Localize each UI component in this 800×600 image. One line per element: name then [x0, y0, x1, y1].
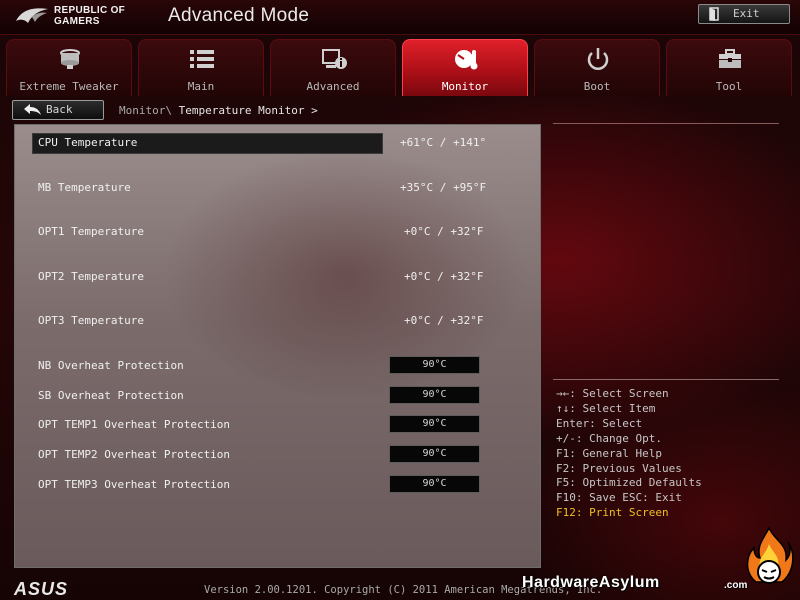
main-tab-bar: Extreme Tweaker Main Advanced Monitor Bo… — [6, 39, 796, 96]
tab-label: Tool — [715, 80, 743, 93]
help-panel-divider — [553, 379, 779, 380]
tab-extreme-tweaker[interactable]: Extreme Tweaker — [6, 39, 132, 96]
help-line-print-screen: F12: Print Screen — [556, 506, 669, 520]
setting-row-opt1-temperature[interactable]: OPT1 Temperature +0°C / +32°F — [15, 222, 540, 240]
brand-line-2: GAMERS — [54, 16, 100, 27]
setting-value: +61°C / +141° — [400, 136, 487, 149]
breadcrumb-arrow: > — [311, 104, 318, 117]
setting-row-cpu-temperature[interactable]: CPU Temperature +61°C / +141° — [15, 133, 540, 154]
setting-row-opt2-temperature[interactable]: OPT2 Temperature +0°C / +32°F — [15, 267, 540, 285]
tab-label: Main — [187, 80, 215, 93]
setting-value: +0°C / +32°F — [404, 225, 484, 238]
setting-value: +0°C / +32°F — [404, 270, 484, 283]
setting-label: OPT TEMP3 Overheat Protection — [38, 478, 231, 491]
temperature-monitor-panel: CPU Temperature +61°C / +141° MB Tempera… — [14, 124, 541, 568]
opt-temp1-overheat-value-field[interactable]: 90°C — [389, 415, 480, 433]
setting-row-opt-temp2-overheat-protection[interactable]: OPT TEMP2 Overheat Protection 90°C — [15, 445, 540, 463]
setting-row-sb-overheat-protection[interactable]: SB Overheat Protection 90°C — [15, 386, 540, 404]
back-button[interactable]: Back — [12, 100, 104, 120]
tab-boot[interactable]: Boot — [534, 39, 660, 96]
setting-label: OPT3 Temperature — [38, 314, 144, 327]
help-line: ↑↓: Select Item — [556, 401, 656, 415]
setting-value: +0°C / +32°F — [404, 314, 484, 327]
exit-button[interactable]: Exit — [698, 4, 790, 24]
fan-icon — [60, 49, 80, 69]
tab-label: Advanced — [306, 80, 360, 93]
setting-value: +35°C / +95°F — [400, 181, 487, 194]
setting-row-opt-temp1-overheat-protection[interactable]: OPT TEMP1 Overheat Protection 90°C — [15, 415, 540, 433]
breadcrumb: Monitor\ Temperature Monitor > — [119, 104, 318, 117]
watermark-text: HardwareAsylum — [522, 574, 660, 591]
help-line: Enter: Select — [556, 416, 643, 430]
setting-label: OPT TEMP1 Overheat Protection — [38, 418, 231, 431]
keyboard-help: →←: Select Screen ↑↓: Select Item Enter:… — [556, 387, 702, 521]
asus-logo: ASUS — [14, 579, 69, 599]
setting-label: CPU Temperature — [38, 136, 138, 149]
flame-mascot-icon — [746, 526, 794, 584]
tab-tool[interactable]: Tool — [666, 39, 792, 96]
setting-label: SB Overheat Protection — [38, 389, 184, 402]
breadcrumb-parent[interactable]: Monitor\ — [119, 104, 172, 117]
tab-main[interactable]: Main — [138, 39, 264, 96]
tab-label: Monitor — [441, 80, 489, 93]
setting-label: OPT2 Temperature — [38, 270, 144, 283]
help-line: F1: General Help — [556, 446, 662, 460]
setting-row-opt-temp3-overheat-protection[interactable]: OPT TEMP3 Overheat Protection 90°C — [15, 475, 540, 493]
brand-text: REPUBLIC OF GAMERS — [54, 5, 125, 27]
setting-label: NB Overheat Protection — [38, 359, 184, 372]
opt-temp2-overheat-value-field[interactable]: 90°C — [389, 445, 480, 463]
setting-label: OPT TEMP2 Overheat Protection — [38, 448, 231, 461]
monitor-gauge-icon — [455, 50, 478, 70]
help-line: F10: Save ESC: Exit — [556, 491, 682, 505]
setting-label: MB Temperature — [38, 181, 131, 194]
tab-advanced[interactable]: Advanced — [270, 39, 396, 96]
brand-line-1: REPUBLIC OF — [54, 5, 126, 16]
header-bar: REPUBLIC OF GAMERS Advanced Mode Exit — [0, 0, 800, 35]
back-arrow-icon — [24, 104, 41, 115]
tab-label: Extreme Tweaker — [19, 80, 119, 93]
page-title: Advanced Mode — [168, 5, 310, 26]
toolbox-icon — [719, 49, 741, 68]
setting-label: OPT1 Temperature — [38, 225, 144, 238]
advanced-info-icon — [322, 49, 347, 69]
rog-eye-logo-icon — [16, 8, 48, 23]
power-icon — [587, 48, 609, 70]
opt-temp3-overheat-value-field[interactable]: 90°C — [389, 475, 480, 493]
exit-door-icon — [709, 7, 719, 21]
help-line: →←: Select Screen — [556, 387, 669, 400]
nb-overheat-value-field[interactable]: 90°C — [389, 356, 480, 374]
tab-monitor[interactable]: Monitor — [402, 39, 528, 96]
back-label: Back — [46, 103, 73, 116]
exit-label: Exit — [733, 7, 760, 20]
help-line: F2: Previous Values — [556, 461, 682, 475]
help-line: F5: Optimized Defaults — [556, 476, 702, 490]
breadcrumb-current: Temperature Monitor — [178, 104, 305, 117]
help-line: +/-: Change Opt. — [556, 431, 662, 445]
tab-label: Boot — [583, 80, 611, 93]
sb-overheat-value-field[interactable]: 90°C — [389, 386, 480, 404]
list-icon — [190, 50, 214, 68]
setting-row-opt3-temperature[interactable]: OPT3 Temperature +0°C / +32°F — [15, 311, 540, 329]
setting-row-mb-temperature[interactable]: MB Temperature +35°C / +95°F — [15, 178, 540, 196]
help-panel-top-divider — [553, 123, 779, 124]
setting-row-nb-overheat-protection[interactable]: NB Overheat Protection 90°C — [15, 356, 540, 374]
